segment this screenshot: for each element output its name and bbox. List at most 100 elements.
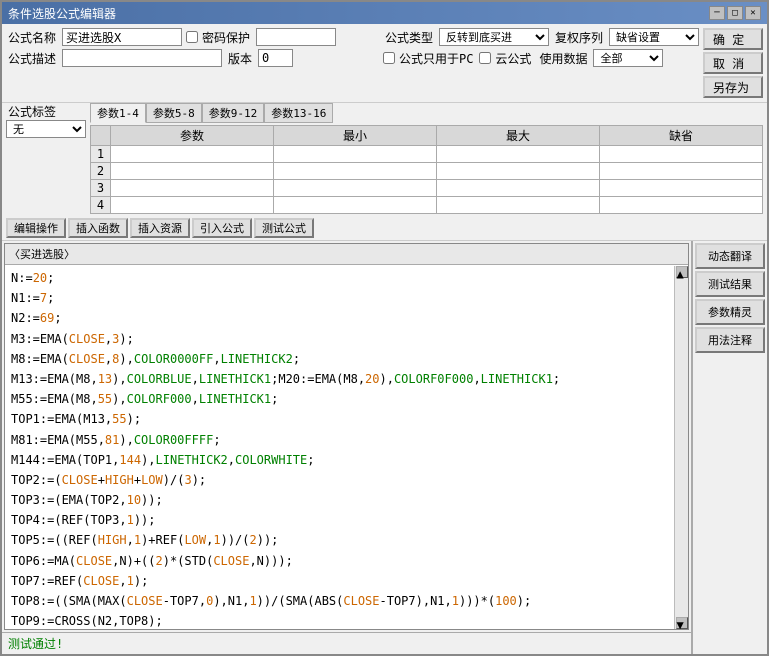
formula-desc-input[interactable] — [62, 49, 222, 67]
formula-tag-select[interactable]: 无 — [6, 120, 86, 138]
code-editor-header: 〈买进选股〉 — [5, 244, 688, 265]
formula-type-row: 公式类型 反转到底买进 复权序列 缺省设置 — [383, 28, 699, 46]
restore-seq-select[interactable]: 缺省设置 — [609, 28, 699, 46]
title-bar: 条件选股公式编辑器 ─ □ ✕ — [2, 2, 767, 24]
param-row-1-param — [111, 146, 274, 163]
param-3-default-input[interactable] — [600, 180, 762, 196]
dynamic-translate-button[interactable]: 动态翻译 — [695, 243, 765, 269]
password-protect-label: 密码保护 — [200, 29, 252, 46]
param-row-3-min — [274, 180, 437, 197]
param-1-min-input[interactable] — [274, 146, 436, 162]
use-data-label: 使用数据 — [537, 50, 589, 67]
param-summary-button[interactable]: 参数精灵 — [695, 299, 765, 325]
confirm-button[interactable]: 确 定 — [703, 28, 763, 50]
password-input[interactable] — [256, 28, 336, 46]
test-result-button[interactable]: 测试结果 — [695, 271, 765, 297]
param-4-default-input[interactable] — [600, 197, 762, 213]
status-bar: 测试通过! — [2, 632, 691, 654]
code-scroll-area[interactable]: N:=20; N1:=7; N2:=69; M3:=EMA(CLOSE,3); … — [5, 265, 688, 629]
usage-note-button[interactable]: 用法注释 — [695, 327, 765, 353]
param-3-max-input[interactable] — [437, 180, 599, 196]
param-row-2-param — [111, 163, 274, 180]
params-tab-13-16[interactable]: 参数13-16 — [264, 103, 333, 123]
password-protect-group: 密码保护 — [186, 29, 252, 46]
param-2-default-input[interactable] — [600, 163, 762, 179]
cloud-formula-checkbox[interactable] — [479, 52, 491, 64]
param-row-4-default — [600, 197, 763, 214]
param-row-1-default — [600, 146, 763, 163]
only-pc-group: 公式只用于PC — [383, 50, 475, 67]
param-row-2-num: 2 — [91, 163, 111, 180]
param-row-3-default — [600, 180, 763, 197]
formula-type-label: 公式类型 — [383, 29, 435, 46]
params-tab-9-12[interactable]: 参数9-12 — [202, 103, 265, 123]
params-tab-1-4[interactable]: 参数1-4 — [90, 103, 146, 123]
formula-tag-dropdown-row: 无 — [6, 120, 86, 138]
param-col-default: 缺省 — [600, 126, 763, 146]
param-row-2-max — [437, 163, 600, 180]
param-col-num — [91, 126, 111, 146]
param-3-min-input[interactable] — [274, 180, 436, 196]
param-row-4-param — [111, 197, 274, 214]
param-col-max: 最大 — [437, 126, 600, 146]
param-row-3-num: 3 — [91, 180, 111, 197]
param-4-min-input[interactable] — [274, 197, 436, 213]
param-2-param-input[interactable] — [111, 163, 273, 179]
close-button[interactable]: ✕ — [745, 6, 761, 20]
code-scrollbar[interactable]: ▲ ▼ — [674, 266, 688, 629]
use-data-select[interactable]: 全部 — [593, 49, 663, 67]
cancel-button[interactable]: 取 消 — [703, 52, 763, 74]
insert-function-button[interactable]: 插入函数 — [68, 218, 128, 238]
import-formula-button[interactable]: 引入公式 — [192, 218, 252, 238]
toolbar-row2: 公式描述 版本 — [6, 49, 379, 67]
code-content: N:=20; N1:=7; N2:=69; M3:=EMA(CLOSE,3); … — [5, 265, 688, 629]
scroll-down-arrow[interactable]: ▼ — [676, 617, 688, 629]
params-tab-5-8[interactable]: 参数5-8 — [146, 103, 202, 123]
param-2-min-input[interactable] — [274, 163, 436, 179]
param-row-4-num: 4 — [91, 197, 111, 214]
param-1-max-input[interactable] — [437, 146, 599, 162]
param-1-default-input[interactable] — [600, 146, 762, 162]
only-pc-label: 公式只用于PC — [397, 50, 475, 67]
param-row-1-min — [274, 146, 437, 163]
restore-seq-label: 复权序列 — [553, 29, 605, 46]
left-panel: 〈买进选股〉 N:=20; N1:=7; N2:=69; M3:=EMA(CLO… — [2, 241, 692, 654]
param-col-min: 最小 — [274, 126, 437, 146]
version-label: 版本 — [226, 50, 254, 67]
scroll-up-arrow[interactable]: ▲ — [676, 266, 688, 278]
param-1-param-input[interactable] — [111, 146, 273, 162]
param-4-max-input[interactable] — [437, 197, 599, 213]
only-pc-checkbox[interactable] — [383, 52, 395, 64]
main-content: 〈买进选股〉 N:=20; N1:=7; N2:=69; M3:=EMA(CLO… — [2, 241, 767, 654]
param-row-3-param — [111, 180, 274, 197]
edit-operation-button[interactable]: 编辑操作 — [6, 218, 66, 238]
cloud-formula-group: 云公式 — [479, 50, 533, 67]
formula-name-input[interactable] — [62, 28, 182, 46]
test-formula-button[interactable]: 测试公式 — [254, 218, 314, 238]
maximize-button[interactable]: □ — [727, 6, 743, 20]
param-col-param: 参数 — [111, 126, 274, 146]
params-section: 参数1-4 参数5-8 参数9-12 参数13-16 参数 最小 最大 缺省 — [90, 103, 763, 214]
params-tabs: 参数1-4 参数5-8 参数9-12 参数13-16 — [90, 103, 763, 123]
formula-type-section: 公式类型 反转到底买进 复权序列 缺省设置 公式只用于PC 云公式 使用 — [383, 28, 699, 67]
insert-resource-button[interactable]: 插入资源 — [130, 218, 190, 238]
formula-type-select[interactable]: 反转到底买进 — [439, 28, 549, 46]
toolbar-left: 公式名称 密码保护 公式描述 版本 — [6, 28, 379, 67]
password-protect-checkbox[interactable] — [186, 31, 198, 43]
edit-toolbar: 编辑操作 插入函数 插入资源 引入公式 测试公式 — [2, 216, 767, 241]
version-input[interactable] — [258, 49, 293, 67]
line-n: N:= — [11, 271, 33, 285]
upper-toolbar: 公式名称 密码保护 公式描述 版本 公式类型 反转到底买进 — [2, 24, 767, 103]
param-2-max-input[interactable] — [437, 163, 599, 179]
param-row-2-min — [274, 163, 437, 180]
param-row-3-max — [437, 180, 600, 197]
param-row-3: 3 — [91, 180, 763, 197]
minimize-button[interactable]: ─ — [709, 6, 725, 20]
saveas-button[interactable]: 另存为 — [703, 76, 763, 98]
status-message: 测试通过! — [8, 635, 63, 652]
formula-params-row: 公式标签 无 参数1-4 参数5-8 参数9-12 参数13-16 参数 — [2, 103, 767, 216]
main-window: 条件选股公式编辑器 ─ □ ✕ 公式名称 密码保护 公式描述 版 — [0, 0, 769, 656]
param-4-param-input[interactable] — [111, 197, 273, 213]
param-3-param-input[interactable] — [111, 180, 273, 196]
formula-name-label: 公式名称 — [6, 29, 58, 46]
